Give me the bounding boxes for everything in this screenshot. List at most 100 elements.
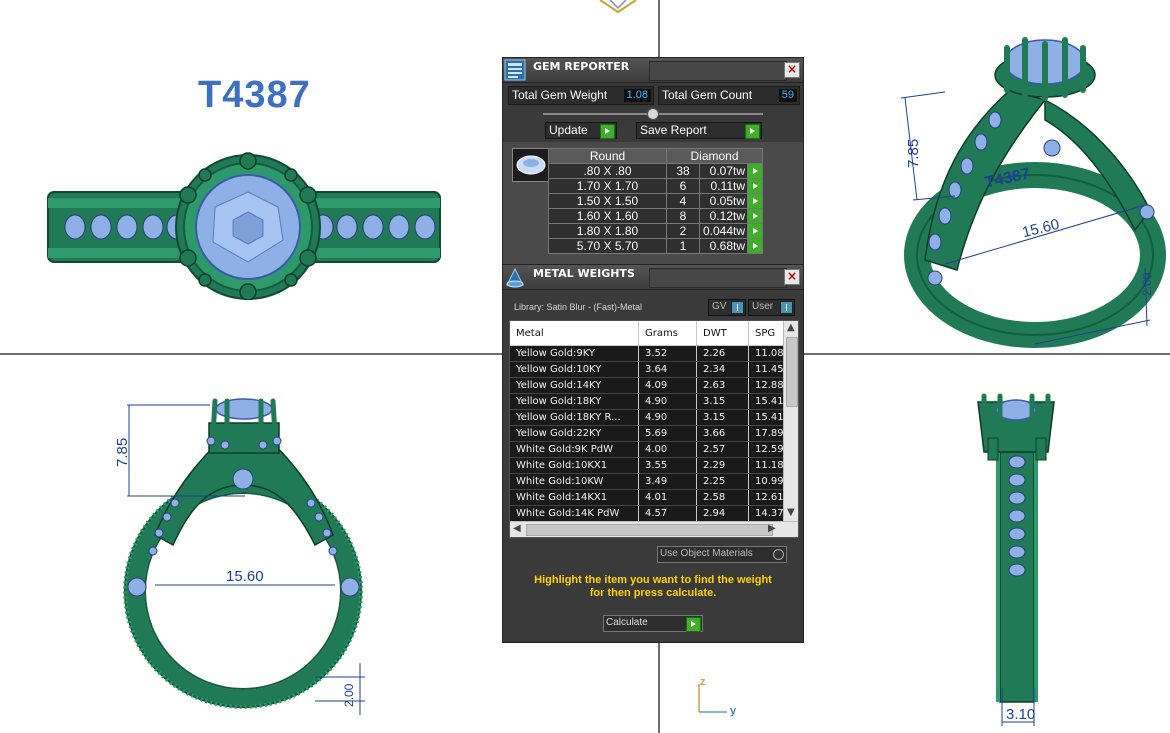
gem-reporter-close-button[interactable]: × [784, 62, 800, 78]
metal-dwt: 2.25 [696, 473, 749, 490]
table-row[interactable]: 5.70 X 5.70 1 0.68tw [548, 238, 763, 254]
metal-table-grid: Metal Grams DWT SPG Yellow Gold:9KY 3.52 2… [510, 321, 796, 522]
gem-size: 1.70 X 1.70 [548, 178, 667, 194]
select-row-arrow-icon[interactable] [747, 208, 763, 224]
total-gem-weight-label: Total Gem Weight [512, 88, 608, 102]
gem-weight: 0.05tw [699, 193, 748, 209]
metal-weights-titlebar[interactable]: METAL WEIGHTS × [503, 265, 803, 290]
select-row-arrow-icon[interactable] [747, 178, 763, 194]
metal-dwt: 3.15 [696, 393, 749, 410]
total-gem-count-label: Total Gem Count [662, 88, 753, 102]
titlebar-spacer [649, 61, 787, 81]
metal-grams: 4.57 [638, 505, 697, 522]
table-row[interactable]: White Gold:14KX1 4.01 2.58 12.61 [510, 489, 796, 506]
total-gem-count-value: 59 [778, 89, 797, 102]
use-object-materials-label: Use Object Materials [660, 548, 753, 559]
ring-top-view[interactable] [45, 150, 450, 300]
metal-grams: 3.64 [638, 361, 697, 378]
instruction-line-1: Highlight the item you want to find the … [534, 574, 772, 586]
user-toggle[interactable]: User [748, 299, 795, 316]
dim-width-side: 3.10 [1006, 706, 1036, 723]
table-row[interactable]: Yellow Gold:18KY 4.90 3.15 15.41 [510, 393, 796, 410]
user-toggle-label: User [752, 301, 774, 312]
scroll-down-icon[interactable]: ▼ [787, 508, 795, 518]
dim-band-front: 2.00 [342, 683, 356, 707]
column-header-dwt[interactable]: DWT [696, 321, 749, 346]
gem-count: 6 [666, 178, 700, 194]
metal-dwt: 2.26 [696, 345, 749, 362]
vertical-scroll-thumb[interactable] [786, 337, 798, 407]
view-cube-icon[interactable] [596, 0, 640, 14]
table-row[interactable]: Yellow Gold:18KY R... 4.90 3.15 15.41 [510, 409, 796, 426]
toggle-indicator-icon [780, 301, 793, 314]
table-row[interactable]: 1.80 X 1.80 2 0.044tw [548, 223, 763, 239]
metal-name: Yellow Gold:10KY [510, 361, 639, 378]
table-row[interactable]: White Gold:9K PdW 4.00 2.57 12.59 [510, 441, 796, 458]
table-row[interactable]: White Gold:10KW 3.49 2.25 10.99 [510, 473, 796, 490]
metal-dwt: 2.63 [696, 377, 749, 394]
vertical-scrollbar[interactable]: ▲ ▼ [783, 321, 798, 521]
gem-weight: 0.12tw [699, 208, 748, 224]
scroll-left-icon[interactable]: ◀ [513, 524, 521, 534]
select-row-arrow-icon[interactable] [747, 193, 763, 209]
scroll-up-icon[interactable]: ▲ [787, 323, 795, 333]
round-gem-icon[interactable] [512, 148, 550, 182]
select-row-arrow-icon[interactable] [747, 238, 763, 254]
metal-name: White Gold:9K PdW [510, 441, 639, 458]
column-header-metal[interactable]: Metal [510, 321, 639, 346]
radio-icon[interactable] [773, 549, 784, 560]
table-row[interactable]: 1.60 X 1.60 8 0.12tw [548, 208, 763, 224]
select-row-arrow-icon[interactable] [747, 223, 763, 239]
metal-dwt: 2.29 [696, 457, 749, 474]
gem-reporter-title: GEM REPORTER [533, 60, 630, 73]
column-header-grams[interactable]: Grams [638, 321, 697, 346]
table-row[interactable]: Yellow Gold:9KY 3.52 2.26 11.08 [510, 345, 796, 362]
table-row[interactable]: Yellow Gold:22KY 5.69 3.66 17.89 [510, 425, 796, 442]
gem-reporter-titlebar[interactable]: GEM REPORTER × [503, 58, 803, 83]
axis-y-label: y [730, 705, 737, 717]
table-row[interactable]: Yellow Gold:14KY 4.09 2.63 12.88 [510, 377, 796, 394]
table-row[interactable]: .80 X .80 38 0.07tw [548, 163, 763, 179]
table-row[interactable]: Yellow Gold:10KY 3.64 2.34 11.45 [510, 361, 796, 378]
gv-toggle[interactable]: GV [708, 299, 746, 316]
save-report-button[interactable]: Save Report [636, 122, 762, 139]
metal-grams: 3.55 [638, 457, 697, 474]
metal-grams: 3.52 [638, 345, 697, 362]
instruction-text: Highlight the item you want to find the … [513, 574, 793, 600]
dim-band-perspective: 2.00 [1140, 272, 1154, 296]
metal-weights-icon [506, 267, 524, 288]
save-report-button-label: Save Report [640, 123, 707, 137]
table-row[interactable]: White Gold:10KX1 3.55 2.29 11.18 [510, 457, 796, 474]
metal-grams: 4.90 [638, 409, 697, 426]
metal-weights-close-button[interactable]: × [784, 269, 800, 285]
metal-grams: 3.49 [638, 473, 697, 490]
metal-name: Yellow Gold:22KY [510, 425, 639, 442]
gem-count: 1 [666, 238, 700, 254]
scroll-right-icon[interactable]: ▶ [768, 524, 776, 534]
gv-toggle-label: GV [712, 301, 727, 312]
metal-table: Metal Grams DWT SPG Yellow Gold:9KY 3.52 2… [509, 320, 799, 538]
use-object-materials-option[interactable]: Use Object Materials [657, 546, 787, 563]
calculate-button[interactable]: Calculate [603, 615, 703, 632]
ring-perspective-view[interactable] [895, 30, 1170, 352]
metal-name: White Gold:14KX1 [510, 489, 639, 506]
gem-table-panel: Round Diamond .80 X .80 38 0.07tw 1.70 X… [503, 142, 803, 265]
horizontal-scrollbar[interactable]: ◀ ▶ [510, 521, 798, 537]
table-row[interactable]: White Gold:14K PdW 4.57 2.94 14.37 [510, 505, 796, 522]
toggle-indicator-icon [731, 301, 744, 314]
update-button[interactable]: Update [545, 122, 617, 139]
play-icon [600, 124, 615, 139]
threshold-slider-knob[interactable] [647, 108, 659, 120]
metal-grams: 4.09 [638, 377, 697, 394]
table-row[interactable]: 1.50 X 1.50 4 0.05tw [548, 193, 763, 209]
table-row[interactable]: 1.70 X 1.70 6 0.11tw [548, 178, 763, 194]
metal-table-header: Metal Grams DWT SPG [510, 321, 796, 346]
horizontal-scroll-thumb[interactable] [526, 524, 773, 536]
gem-weight: 0.11tw [699, 178, 748, 194]
select-row-arrow-icon[interactable] [747, 163, 763, 179]
ring-side-view[interactable] [970, 392, 1060, 727]
ring-front-view[interactable] [115, 395, 375, 725]
model-title: T4387 [198, 74, 311, 116]
metal-weights-window: METAL WEIGHTS × Library: Satin Blur - (F… [502, 264, 804, 643]
gem-size: .80 X .80 [548, 163, 667, 179]
